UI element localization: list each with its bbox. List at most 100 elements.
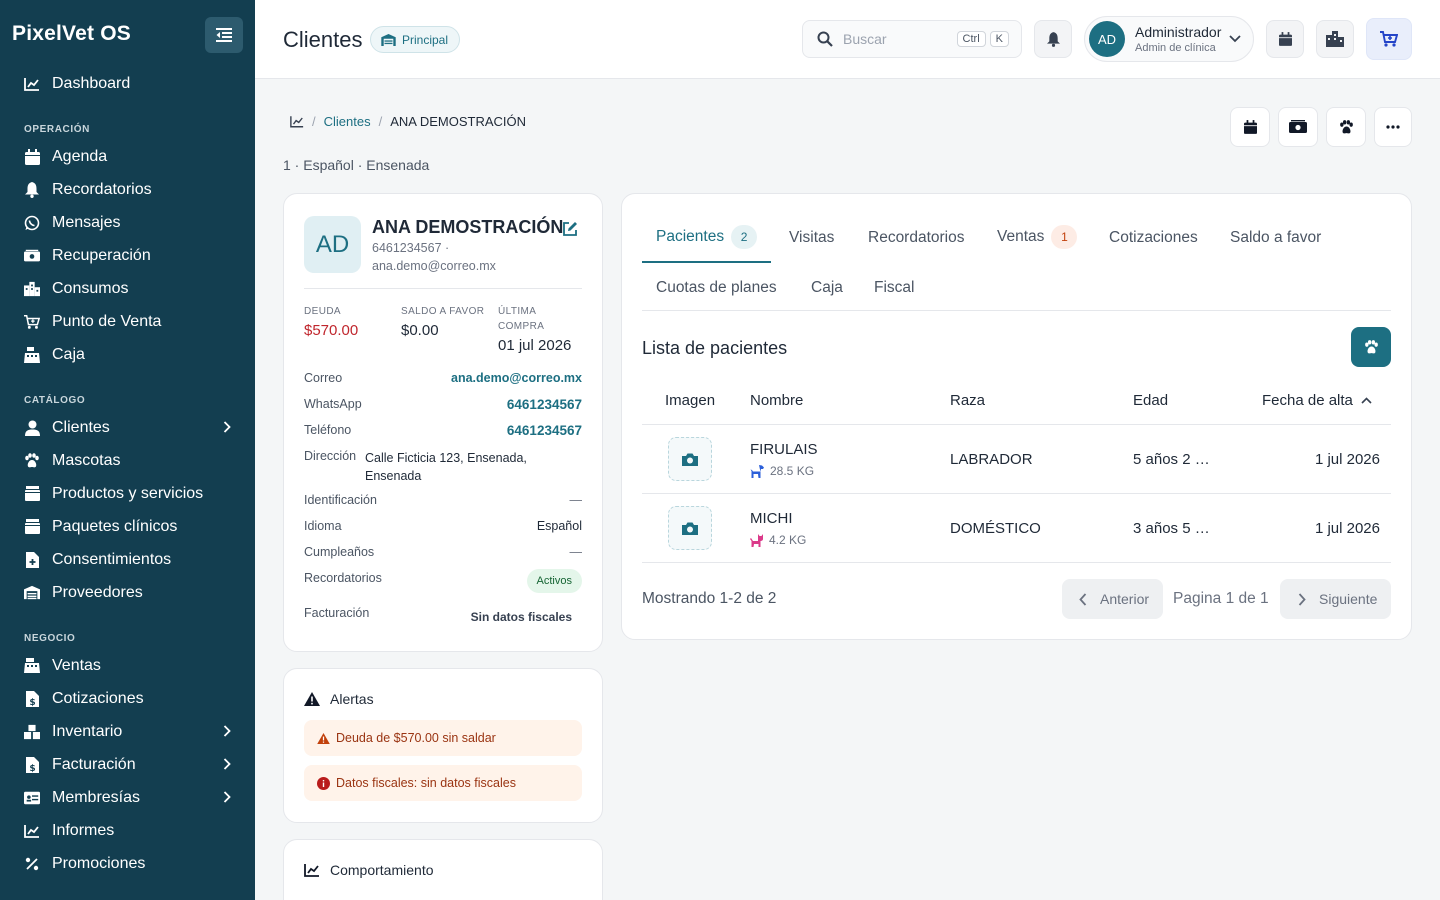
sidebar-item-promociones[interactable]: Promociones bbox=[0, 847, 255, 880]
previous-page-button[interactable]: Anterior bbox=[1062, 579, 1163, 619]
tab-recordatorios[interactable]: Recordatorios bbox=[868, 229, 965, 247]
sidebar-item-label: Proveedores bbox=[52, 583, 143, 601]
value-identificacion: — bbox=[569, 493, 583, 507]
sidebar-item-recordatorios[interactable]: Recordatorios bbox=[0, 173, 255, 206]
value-facturacion: Sin datos fiscales bbox=[470, 610, 572, 624]
sidebar-item-label: Informes bbox=[52, 821, 115, 839]
sidebar-item-label: Mascotas bbox=[52, 451, 121, 469]
tab-cotizaciones[interactable]: Cotizaciones bbox=[1109, 229, 1198, 247]
sidebar-item-inventario[interactable]: Inventario bbox=[0, 715, 255, 748]
breadcrumb-separator: / bbox=[378, 114, 383, 129]
pos-shortcut-button[interactable] bbox=[1366, 18, 1412, 60]
collapse-sidebar-button[interactable] bbox=[205, 17, 243, 53]
more-options-button[interactable] bbox=[1374, 107, 1412, 147]
value-telefono[interactable]: 6461234567 bbox=[507, 423, 582, 438]
sidebar-item-dashboard[interactable]: Dashboard bbox=[0, 67, 255, 100]
sidebar-item-label: Mensajes bbox=[52, 213, 121, 231]
sidebar-item-agenda[interactable]: Agenda bbox=[0, 140, 255, 173]
user-menu[interactable]: AD Administrador Admin de clínica bbox=[1084, 16, 1254, 62]
sidebar-item-proveedores[interactable]: Proveedores bbox=[0, 576, 255, 609]
sidebar-item-mascotas[interactable]: Mascotas bbox=[0, 444, 255, 477]
next-page-button[interactable]: Siguiente bbox=[1280, 579, 1391, 619]
patient-photo-placeholder[interactable] bbox=[668, 506, 712, 550]
tab-pacientes[interactable]: Pacientes 2 bbox=[656, 225, 758, 249]
branch-badge[interactable]: Principal bbox=[370, 26, 461, 53]
agenda-shortcut-button[interactable] bbox=[1266, 20, 1304, 58]
user-icon bbox=[24, 420, 40, 436]
patient-date: 1 jul 2026 bbox=[1314, 451, 1380, 468]
value-correo[interactable]: ana.demo@correo.mx bbox=[451, 371, 582, 385]
column-header-fecha-de-alta[interactable]: Fecha de alta bbox=[1262, 392, 1372, 409]
column-header-nombre[interactable]: Nombre bbox=[750, 392, 803, 409]
sidebar-item-label: Clientes bbox=[52, 418, 110, 436]
sidebar-item-consentimientos[interactable]: Consentimientos bbox=[0, 543, 255, 576]
warning-icon bbox=[304, 692, 320, 706]
tab-saldo-a-favor[interactable]: Saldo a favor bbox=[1230, 229, 1321, 247]
sidebar-item-facturacion[interactable]: $ Facturación bbox=[0, 748, 255, 781]
sidebar-item-paquetes[interactable]: Paquetes clínicos bbox=[0, 510, 255, 543]
edit-client-button[interactable] bbox=[563, 221, 578, 236]
sidebar-item-label: Cotizaciones bbox=[52, 689, 144, 707]
stat-value-deuda: $570.00 bbox=[304, 322, 359, 339]
label-cumpleanos: Cumpleaños bbox=[304, 545, 375, 559]
column-header-raza[interactable]: Raza bbox=[950, 392, 985, 409]
tab-ventas[interactable]: Ventas 1 bbox=[997, 225, 1078, 249]
sidebar-item-caja[interactable]: Caja bbox=[0, 338, 255, 371]
sidebar-item-label: Consumos bbox=[52, 279, 129, 297]
patient-name[interactable]: MICHI bbox=[750, 510, 793, 527]
tab-visitas[interactable]: Visitas bbox=[789, 229, 834, 247]
value-whatsapp[interactable]: 6461234567 bbox=[507, 397, 582, 412]
sidebar-item-ventas[interactable]: Ventas bbox=[0, 649, 255, 682]
notifications-button[interactable] bbox=[1034, 20, 1072, 58]
tab-fiscal[interactable]: Fiscal bbox=[874, 279, 914, 297]
user-name: Administrador bbox=[1135, 24, 1222, 40]
sidebar-item-label: Productos y servicios bbox=[52, 484, 204, 502]
sidebar-item-label: Dashboard bbox=[52, 74, 131, 92]
payment-button[interactable] bbox=[1278, 107, 1318, 147]
sidebar-item-informes[interactable]: Informes bbox=[0, 814, 255, 847]
register-icon bbox=[24, 658, 40, 674]
value-cumpleanos: — bbox=[569, 545, 583, 559]
breadcrumb-link-clientes[interactable]: Clientes bbox=[324, 114, 371, 129]
sidebar-item-productos[interactable]: Productos y servicios bbox=[0, 477, 255, 510]
add-pet-shortcut-button[interactable] bbox=[1326, 107, 1366, 147]
alert-fiscal: Datos fiscales: sin datos fiscales bbox=[304, 765, 582, 801]
label-whatsapp: WhatsApp bbox=[304, 397, 362, 411]
cart-icon bbox=[24, 314, 40, 330]
behavior-title: Comportamiento bbox=[304, 862, 434, 878]
info-icon bbox=[317, 776, 330, 790]
patient-name[interactable]: FIRULAIS bbox=[750, 441, 818, 458]
sidebar: PixelVet OS Dashboard OPERACIÓN Agenda R… bbox=[0, 0, 255, 900]
stat-value-ultima-compra: 01 jul 2026 bbox=[498, 337, 572, 354]
consumos-shortcut-button[interactable] bbox=[1316, 20, 1354, 58]
schedule-appointment-button[interactable] bbox=[1230, 107, 1270, 147]
sidebar-item-mensajes[interactable]: Mensajes bbox=[0, 206, 255, 239]
alerts-title: Alertas bbox=[304, 691, 374, 707]
column-header-edad[interactable]: Edad bbox=[1133, 392, 1168, 409]
dog-icon bbox=[750, 464, 764, 478]
tab-cuotas-de-planes[interactable]: Cuotas de planes bbox=[656, 279, 777, 297]
label-recordatorios: Recordatorios bbox=[304, 571, 382, 585]
sidebar-item-clientes[interactable]: Clientes bbox=[0, 411, 255, 444]
search-icon bbox=[817, 31, 833, 47]
kbd-k: K bbox=[989, 31, 1009, 47]
alert-debt: Deuda de $570.00 sin saldar bbox=[304, 720, 582, 756]
label-identificacion: Identificación bbox=[304, 493, 377, 507]
sidebar-item-consumos[interactable]: Consumos bbox=[0, 272, 255, 305]
chart-line-icon bbox=[24, 823, 40, 839]
paw-icon bbox=[1364, 340, 1379, 354]
sidebar-item-recuperacion[interactable]: Recuperación bbox=[0, 239, 255, 272]
tab-caja[interactable]: Caja bbox=[811, 279, 843, 297]
search-input[interactable]: Buscar Ctrl K bbox=[802, 20, 1022, 58]
patient-photo-placeholder[interactable] bbox=[668, 437, 712, 481]
sidebar-item-membresias[interactable]: Membresías bbox=[0, 781, 255, 814]
edit-icon bbox=[563, 221, 578, 236]
sidebar-item-label: Ventas bbox=[52, 656, 101, 674]
box-icon bbox=[24, 486, 40, 502]
divider bbox=[642, 493, 1391, 494]
sidebar-item-punto-de-venta[interactable]: Punto de Venta bbox=[0, 305, 255, 338]
sidebar-item-cotizaciones[interactable]: $ Cotizaciones bbox=[0, 682, 255, 715]
calendar-icon bbox=[24, 148, 40, 165]
chart-line-icon[interactable] bbox=[290, 115, 304, 128]
add-patient-button[interactable] bbox=[1351, 327, 1391, 367]
